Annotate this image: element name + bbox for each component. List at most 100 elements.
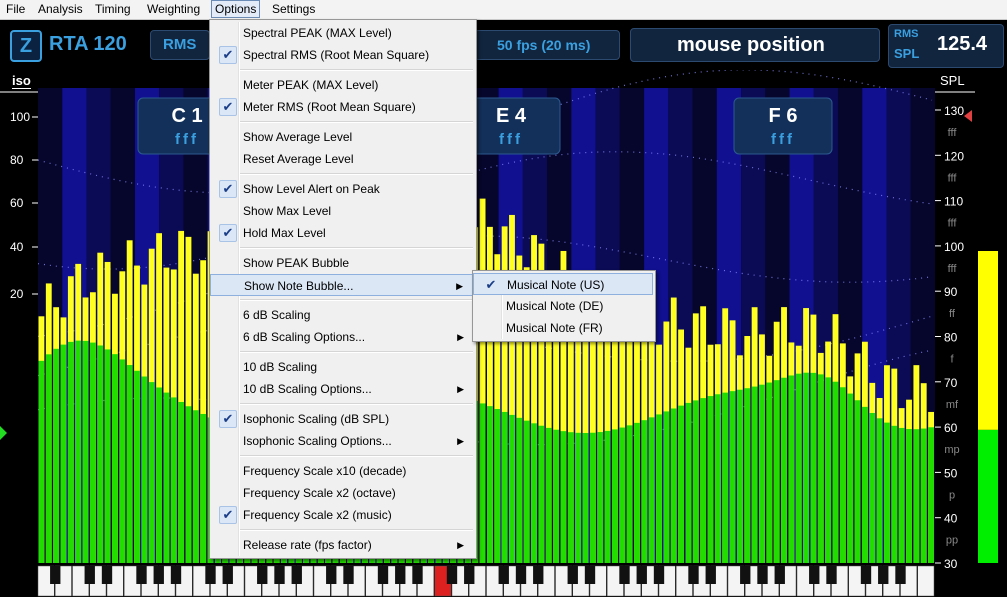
spectrum-bar-rms: [722, 392, 729, 563]
spectrum-bar-rms: [163, 392, 170, 563]
options-menu-item[interactable]: Frequency Scale x10 (decade): [210, 460, 474, 482]
iso-axis-label: iso: [12, 73, 31, 89]
menu-separator: [240, 529, 473, 531]
options-menu-item[interactable]: Frequency Scale x2 (octave): [210, 482, 474, 504]
app-title: RTA 120: [49, 33, 127, 55]
options-menu-item[interactable]: ✔ Hold Max Level: [210, 222, 474, 244]
spectrum-bar-rms: [898, 427, 905, 563]
menu-item-label: 6 dB Scaling Options...: [243, 330, 366, 344]
note-format-item[interactable]: ✔ Musical Note (US): [473, 273, 653, 295]
spectrum-bar-rms: [817, 374, 824, 563]
menu-weighting[interactable]: Weighting: [144, 1, 203, 17]
spectrum-bar-rms: [531, 423, 537, 563]
menu-item-label: Show Note Bubble...: [244, 279, 354, 293]
piano-black-key: [619, 566, 630, 584]
note-format-item[interactable]: Musical Note (FR): [473, 317, 653, 339]
note-bubble-label: F 6: [769, 105, 798, 127]
piano-keyboard: [37, 565, 935, 597]
options-menu-item[interactable]: Isophonic Scaling Options... ▶: [210, 430, 474, 452]
options-menu-item[interactable]: 6 dB Scaling Options... ▶: [210, 326, 474, 348]
menu-separator: [240, 69, 473, 71]
options-menu-item[interactable]: 10 dB Scaling: [210, 356, 474, 378]
spectrum-bar-rms: [641, 420, 648, 563]
options-menu-item[interactable]: ✔ Frequency Scale x2 (music): [210, 504, 474, 526]
check-icon: ✔: [219, 410, 237, 428]
options-menu-item[interactable]: ✔ Meter RMS (Root Mean Square): [210, 96, 474, 118]
level-meter: [978, 251, 998, 563]
spectrum-bar-rms: [501, 411, 508, 563]
readout-mode: RMS: [894, 28, 919, 40]
spectrum-bar-rms: [97, 345, 104, 563]
level-readout: RMS SPL 125.4: [888, 24, 1004, 68]
options-menu-item[interactable]: ✔ Spectral RMS (Root Mean Square): [210, 44, 474, 66]
options-menu-item[interactable]: Show Max Level: [210, 200, 474, 222]
check-icon: ✔: [219, 224, 237, 242]
spectrum-bar-rms: [45, 354, 52, 563]
menu-item-label: Musical Note (FR): [506, 321, 603, 335]
right-tick-label: 70: [944, 376, 958, 390]
note-bubble-submenu: ✔ Musical Note (US) Musical Note (DE) Music…: [472, 270, 656, 342]
spectrum-bar-rms: [523, 420, 530, 563]
spectrum-bar-rms: [891, 425, 898, 563]
options-menu-item[interactable]: Reset Average Level: [210, 148, 474, 170]
piano-black-key: [291, 566, 302, 584]
mode-label: RMS: [163, 36, 197, 53]
options-menu-item[interactable]: ✔ Show Level Alert on Peak: [210, 178, 474, 200]
spectrum-bar-rms: [648, 417, 655, 563]
options-menu-item[interactable]: Spectral PEAK (MAX Level): [210, 22, 474, 44]
menu-analysis[interactable]: Analysis: [35, 1, 86, 17]
piano-black-key: [50, 566, 61, 584]
menu-item-label: Release rate (fps factor): [243, 538, 372, 552]
menu-separator: [240, 351, 473, 353]
submenu-arrow-icon: ▶: [457, 540, 464, 550]
right-tick-label: 90: [944, 285, 958, 299]
options-menu-item[interactable]: 6 dB Scaling: [210, 304, 474, 326]
options-menu-item[interactable]: ✔ Isophonic Scaling (dB SPL): [210, 408, 474, 430]
submenu-arrow-icon: ▶: [457, 384, 464, 394]
app-logo[interactable]: Z: [10, 30, 42, 62]
piano-black-key: [757, 566, 768, 584]
note-format-item[interactable]: Musical Note (DE): [473, 295, 653, 317]
spectrum-bar-rms: [611, 429, 618, 563]
mode-button[interactable]: RMS: [150, 30, 210, 60]
options-menu-item[interactable]: Show PEAK Bubble: [210, 252, 474, 274]
spectrum-bar-rms: [553, 429, 560, 563]
spectrum-bar-rms: [869, 412, 876, 563]
spl-axis-label: SPL: [940, 73, 965, 88]
piano-black-key: [326, 566, 337, 584]
spectrum-bar-rms: [678, 405, 685, 563]
spectrum-bar-rms: [626, 425, 633, 563]
options-menu-item[interactable]: Show Note Bubble... ▶: [210, 274, 474, 296]
spectrum-bar-rms: [112, 354, 118, 563]
spectrum-bar-rms: [656, 414, 662, 563]
spectrum-bar-rms: [670, 408, 677, 563]
spectrum-bar-rms: [795, 373, 802, 563]
menu-separator: [240, 173, 473, 175]
menu-timing[interactable]: Timing: [92, 1, 134, 17]
options-menu-item[interactable]: Release rate (fps factor) ▶: [210, 534, 474, 556]
spectrum-bar-rms: [685, 402, 692, 563]
left-tick-label: 60: [10, 196, 24, 210]
options-menu-item[interactable]: Meter PEAK (MAX Level): [210, 74, 474, 96]
note-bubble-dynamic: fff: [771, 131, 795, 148]
options-menu-item[interactable]: 10 dB Scaling Options... ▶: [210, 378, 474, 400]
menu-separator: [240, 121, 473, 123]
piano-black-key: [567, 566, 578, 584]
menu-file[interactable]: File: [3, 1, 28, 17]
piano-black-key: [377, 566, 389, 584]
spectrum-bar-rms: [766, 382, 773, 563]
spectrum-bar-rms: [156, 387, 162, 563]
dynamic-marking: fff: [948, 127, 958, 139]
menu-settings[interactable]: Settings: [269, 1, 318, 17]
spectrum-bar-rms: [582, 432, 589, 563]
fps-button[interactable]: 50 fps (20 ms): [474, 30, 620, 60]
piano-black-key: [826, 566, 837, 584]
menu-item-label: Frequency Scale x2 (music): [243, 508, 392, 522]
menu-item-label: Spectral RMS (Root Mean Square): [243, 48, 430, 62]
menu-options[interactable]: Options: [211, 0, 261, 18]
spectrum-bar-rms: [876, 418, 883, 563]
options-menu-item[interactable]: Show Average Level: [210, 126, 474, 148]
left-tick-label: 100: [10, 110, 30, 124]
menu-item-label: Hold Max Level: [243, 226, 326, 240]
spectrum-bar-rms: [479, 403, 486, 563]
